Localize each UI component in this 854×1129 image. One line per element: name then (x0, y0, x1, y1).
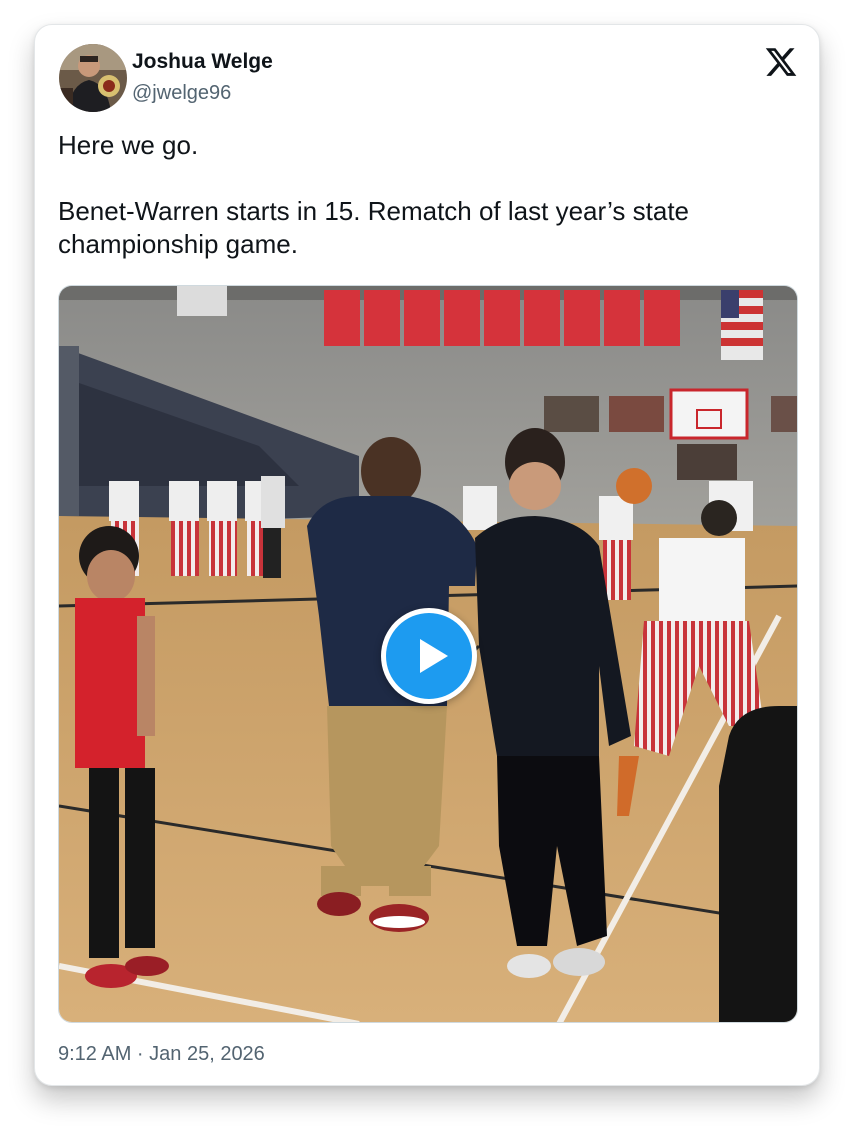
author-display-name[interactable]: Joshua Welge (132, 50, 273, 74)
tweet-timestamp[interactable]: 9:12 AM · Jan 25, 2026 (58, 1043, 265, 1066)
tweet-paragraph: Here we go. (58, 130, 199, 160)
tweet-text: Here we go. Benet-Warren starts in 15. R… (58, 129, 778, 261)
tweet-paragraph: Benet-Warren starts in 15. Rematch of la… (58, 196, 690, 259)
play-button[interactable] (381, 608, 477, 704)
play-icon (420, 639, 448, 673)
tweet-card: Joshua Welge @jwelge96 Here we go. Benet… (34, 24, 820, 1086)
x-logo-icon[interactable] (764, 45, 798, 79)
author-avatar[interactable] (59, 44, 127, 112)
video-player[interactable] (58, 285, 798, 1023)
author-handle[interactable]: @jwelge96 (132, 82, 231, 105)
